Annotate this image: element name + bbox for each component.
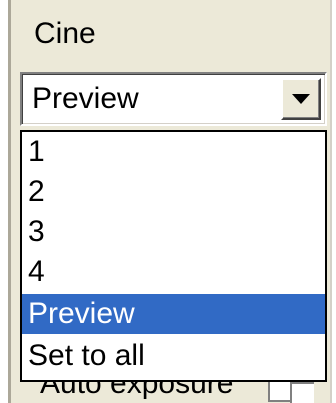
dropdown-option-2[interactable]: 2 (22, 172, 325, 212)
chevron-down-icon (292, 94, 310, 104)
cine-panel: Cine Auto exposure Preview 1 2 3 4 Previ… (0, 0, 336, 403)
group-title: Cine (34, 17, 96, 50)
dropdown-option-4[interactable]: 4 (22, 252, 325, 292)
dropdown-option-1[interactable]: 1 (22, 132, 325, 172)
panel-left-strip (0, 0, 8, 403)
panel-right-edge (330, 0, 336, 403)
panel-divider (8, 0, 11, 403)
auto-exposure-control[interactable] (290, 382, 314, 403)
combo-dropdown-button[interactable] (281, 78, 321, 120)
dropdown-option-set-to-all[interactable]: Set to all (22, 336, 325, 376)
cine-mode-combobox[interactable]: Preview (20, 72, 327, 126)
cine-mode-dropdown-list[interactable]: 1 2 3 4 Preview Set to all (20, 130, 327, 382)
dropdown-option-preview[interactable]: Preview (22, 294, 325, 334)
combo-selected-value: Preview (32, 82, 139, 115)
dropdown-option-3[interactable]: 3 (22, 212, 325, 252)
